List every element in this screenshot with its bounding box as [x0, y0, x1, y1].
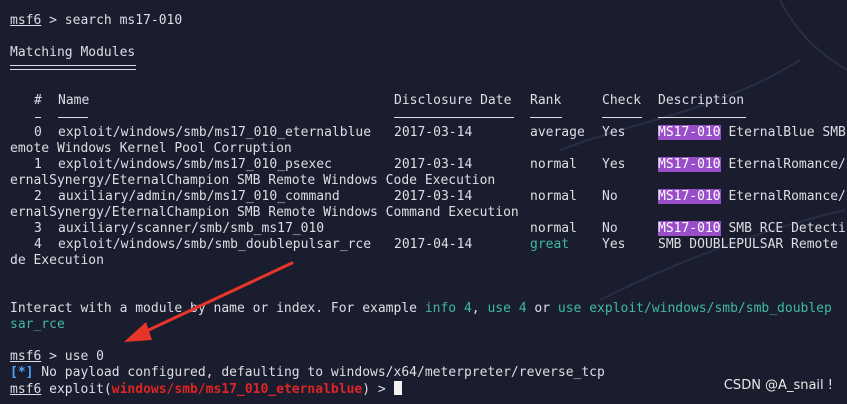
- terminal-window[interactable]: msf6 > search ms17-010 Matching Modules …: [0, 0, 847, 404]
- watermark: CSDN @A_snail !: [723, 378, 833, 393]
- red-arrow-icon: [124, 261, 294, 342]
